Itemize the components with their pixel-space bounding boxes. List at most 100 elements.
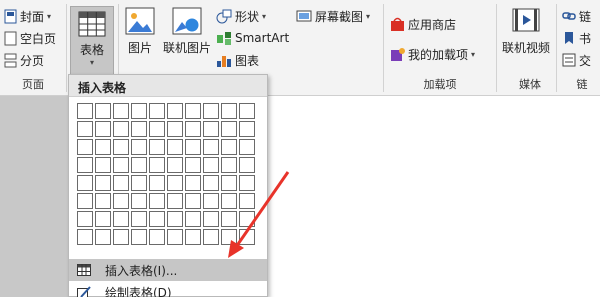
grid-cell[interactable] bbox=[185, 103, 201, 119]
grid-cell[interactable] bbox=[77, 121, 93, 137]
grid-cell[interactable] bbox=[203, 229, 219, 245]
grid-cell[interactable] bbox=[221, 103, 237, 119]
grid-cell[interactable] bbox=[239, 175, 255, 191]
grid-cell[interactable] bbox=[185, 193, 201, 209]
grid-cell[interactable] bbox=[185, 211, 201, 227]
grid-cell[interactable] bbox=[167, 103, 183, 119]
grid-cell[interactable] bbox=[149, 193, 165, 209]
page-break-button[interactable]: 分页 bbox=[4, 50, 44, 70]
grid-cell[interactable] bbox=[167, 193, 183, 209]
grid-cell[interactable] bbox=[113, 121, 129, 137]
grid-cell[interactable] bbox=[95, 157, 111, 173]
grid-cell[interactable] bbox=[131, 193, 147, 209]
grid-cell[interactable] bbox=[95, 139, 111, 155]
cover-page-button[interactable]: 封面 ▾ bbox=[4, 6, 51, 26]
grid-cell[interactable] bbox=[221, 229, 237, 245]
table-size-grid[interactable] bbox=[77, 103, 255, 245]
grid-cell[interactable] bbox=[167, 211, 183, 227]
grid-cell[interactable] bbox=[167, 229, 183, 245]
grid-cell[interactable] bbox=[95, 229, 111, 245]
grid-cell[interactable] bbox=[77, 139, 93, 155]
grid-cell[interactable] bbox=[203, 139, 219, 155]
draw-table-menu-item[interactable]: 绘制表格(D) bbox=[69, 281, 267, 297]
grid-cell[interactable] bbox=[131, 103, 147, 119]
grid-cell[interactable] bbox=[149, 229, 165, 245]
grid-cell[interactable] bbox=[221, 157, 237, 173]
grid-cell[interactable] bbox=[77, 211, 93, 227]
grid-cell[interactable] bbox=[239, 211, 255, 227]
grid-cell[interactable] bbox=[113, 157, 129, 173]
grid-cell[interactable] bbox=[185, 121, 201, 137]
grid-cell[interactable] bbox=[95, 103, 111, 119]
grid-cell[interactable] bbox=[113, 139, 129, 155]
grid-cell[interactable] bbox=[239, 139, 255, 155]
grid-cell[interactable] bbox=[203, 175, 219, 191]
grid-cell[interactable] bbox=[77, 157, 93, 173]
grid-cell[interactable] bbox=[203, 211, 219, 227]
screenshot-button[interactable]: 屏幕截图 ▾ bbox=[296, 6, 370, 26]
link-button[interactable]: 链 bbox=[562, 6, 591, 26]
grid-cell[interactable] bbox=[113, 229, 129, 245]
grid-cell[interactable] bbox=[131, 139, 147, 155]
grid-cell[interactable] bbox=[239, 157, 255, 173]
grid-cell[interactable] bbox=[221, 193, 237, 209]
chart-button[interactable]: 图表 bbox=[216, 50, 259, 70]
grid-cell[interactable] bbox=[221, 211, 237, 227]
grid-cell[interactable] bbox=[77, 175, 93, 191]
shapes-button[interactable]: 形状 ▾ bbox=[216, 6, 266, 26]
grid-cell[interactable] bbox=[167, 139, 183, 155]
chevron-down-icon: ▾ bbox=[471, 49, 476, 59]
grid-cell[interactable] bbox=[239, 103, 255, 119]
cross-reference-icon bbox=[562, 53, 576, 67]
grid-cell[interactable] bbox=[239, 229, 255, 245]
grid-cell[interactable] bbox=[203, 121, 219, 137]
grid-cell[interactable] bbox=[185, 175, 201, 191]
grid-cell[interactable] bbox=[203, 157, 219, 173]
picture-button[interactable]: 图片 bbox=[124, 6, 156, 56]
cross-reference-button[interactable]: 交 bbox=[562, 50, 591, 70]
grid-cell[interactable] bbox=[77, 229, 93, 245]
grid-cell[interactable] bbox=[95, 175, 111, 191]
grid-cell[interactable] bbox=[239, 121, 255, 137]
grid-cell[interactable] bbox=[149, 121, 165, 137]
grid-cell[interactable] bbox=[131, 175, 147, 191]
grid-cell[interactable] bbox=[113, 103, 129, 119]
online-picture-button[interactable]: 联机图片 bbox=[163, 6, 211, 56]
grid-cell[interactable] bbox=[149, 157, 165, 173]
grid-cell[interactable] bbox=[131, 157, 147, 173]
grid-cell[interactable] bbox=[185, 139, 201, 155]
my-addins-button[interactable]: 我的加载项 ▾ bbox=[390, 44, 475, 64]
grid-cell[interactable] bbox=[149, 103, 165, 119]
store-button[interactable]: 应用商店 bbox=[390, 14, 456, 34]
smartart-button[interactable]: SmartArt bbox=[216, 28, 289, 48]
online-video-button[interactable]: 联机视频 bbox=[502, 6, 550, 56]
grid-cell[interactable] bbox=[77, 103, 93, 119]
grid-cell[interactable] bbox=[221, 121, 237, 137]
grid-cell[interactable] bbox=[149, 211, 165, 227]
grid-cell[interactable] bbox=[221, 139, 237, 155]
grid-cell[interactable] bbox=[167, 157, 183, 173]
blank-page-button[interactable]: 空白页 bbox=[4, 28, 56, 48]
grid-cell[interactable] bbox=[203, 193, 219, 209]
grid-cell[interactable] bbox=[77, 193, 93, 209]
grid-cell[interactable] bbox=[113, 175, 129, 191]
insert-table-menu-item[interactable]: 插入表格(I)... bbox=[69, 259, 267, 281]
grid-cell[interactable] bbox=[95, 211, 111, 227]
grid-cell[interactable] bbox=[131, 121, 147, 137]
grid-cell[interactable] bbox=[221, 175, 237, 191]
grid-cell[interactable] bbox=[95, 121, 111, 137]
grid-cell[interactable] bbox=[113, 193, 129, 209]
grid-cell[interactable] bbox=[95, 193, 111, 209]
grid-cell[interactable] bbox=[149, 175, 165, 191]
grid-cell[interactable] bbox=[185, 157, 201, 173]
grid-cell[interactable] bbox=[131, 229, 147, 245]
grid-cell[interactable] bbox=[203, 103, 219, 119]
grid-cell[interactable] bbox=[149, 139, 165, 155]
grid-cell[interactable] bbox=[167, 121, 183, 137]
grid-cell[interactable] bbox=[131, 211, 147, 227]
grid-cell[interactable] bbox=[185, 229, 201, 245]
grid-cell[interactable] bbox=[167, 175, 183, 191]
grid-cell[interactable] bbox=[239, 193, 255, 209]
bookmark-button[interactable]: 书 bbox=[562, 28, 591, 48]
grid-cell[interactable] bbox=[113, 211, 129, 227]
